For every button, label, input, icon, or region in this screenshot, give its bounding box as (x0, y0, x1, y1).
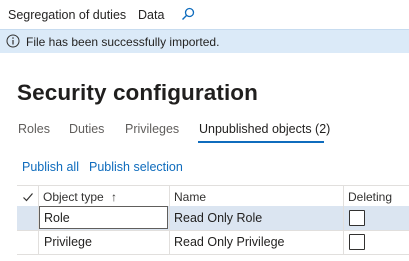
nav-segregation-of-duties[interactable]: Segregation of duties (8, 8, 126, 22)
grid-divider (17, 254, 409, 255)
column-header-deleting[interactable]: Deleting (348, 190, 392, 204)
column-divider (343, 185, 344, 255)
checkmark-icon[interactable] (21, 190, 35, 204)
column-header-name[interactable]: Name (174, 190, 206, 204)
object-type-cell: Privilege (44, 235, 92, 249)
search-icon[interactable] (181, 7, 195, 21)
banner-message: File has been successfully imported. (26, 35, 220, 49)
publish-all-button[interactable]: Publish all (22, 160, 79, 174)
deleting-checkbox[interactable] (349, 210, 365, 226)
tab-roles[interactable]: Roles (18, 122, 50, 136)
tab-duties[interactable]: Duties (69, 122, 104, 136)
column-divider (169, 185, 170, 255)
grid-divider (17, 185, 409, 186)
deleting-checkbox[interactable] (349, 234, 365, 250)
publish-selection-button[interactable]: Publish selection (89, 160, 183, 174)
top-navigation: Segregation of duties Data (0, 0, 409, 30)
sort-ascending-icon: ↑ (111, 190, 118, 204)
column-header-label: Object type (43, 190, 104, 204)
nav-data[interactable]: Data (138, 8, 164, 22)
info-icon (6, 34, 20, 48)
name-cell: Read Only Privilege (174, 235, 285, 249)
active-tab-indicator (198, 141, 324, 143)
object-type-cell: Role (44, 211, 70, 225)
page-title: Security configuration (17, 80, 258, 105)
column-header-object-type[interactable]: Object type ↑ (43, 190, 117, 204)
grid-divider (17, 230, 409, 231)
name-cell: Read Only Role (174, 211, 263, 225)
tab-unpublished-objects[interactable]: Unpublished objects (2) (199, 122, 330, 136)
tab-privileges[interactable]: Privileges (125, 122, 179, 136)
info-banner: File has been successfully imported. (0, 29, 409, 53)
